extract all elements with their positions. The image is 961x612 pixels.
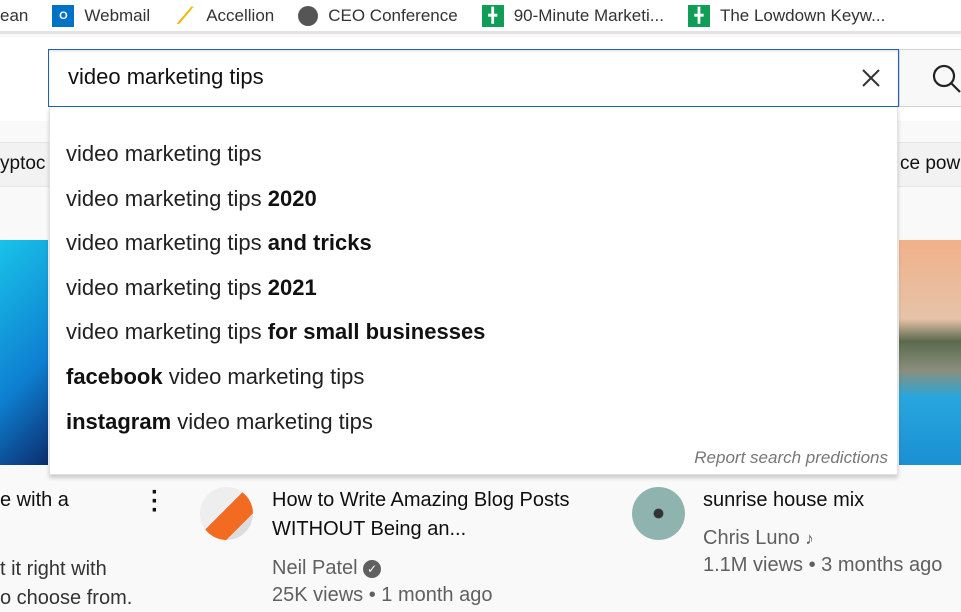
video-thumbnail-right[interactable] [899, 240, 961, 465]
channel-name[interactable]: Chris Luno ♪ [703, 525, 814, 552]
bookmark-ean[interactable]: ean [0, 6, 28, 26]
video-title[interactable]: e with a [0, 486, 69, 515]
bookmark-lowdown[interactable]: ╋ The Lowdown Keyw... [687, 4, 885, 27]
sheets-icon: ╋ [687, 4, 710, 27]
suggestion-item[interactable]: facebook video marketing tips [66, 364, 364, 390]
chip-left[interactable]: yptoc [0, 153, 45, 175]
suggestion-item[interactable]: video marketing tips and tricks [66, 230, 372, 256]
channel-name[interactable]: Neil Patel ✓ [272, 555, 382, 582]
search-input[interactable] [68, 64, 828, 90]
suggestions-dropdown: video marketing tips video marketing tip… [49, 107, 898, 475]
report-search-predictions-link[interactable]: Report search predictions [694, 448, 888, 468]
video-description: o choose from. [0, 587, 133, 609]
video-description: t it right with [0, 558, 107, 580]
suggestion-item[interactable]: video marketing tips 2021 [66, 275, 317, 301]
verified-icon: ✓ [363, 559, 382, 578]
suggestion-item[interactable]: video marketing tips for small businesse… [66, 319, 485, 345]
suggestion-item[interactable]: instagram video marketing tips [66, 409, 373, 435]
video-thumbnail-left[interactable] [0, 240, 48, 465]
globe-icon [298, 5, 319, 26]
suggestion-item[interactable]: video marketing tips [66, 141, 262, 167]
music-note-icon: ♪ [805, 529, 814, 548]
avatar[interactable] [632, 487, 685, 540]
outlook-icon: O [52, 4, 75, 27]
clear-icon[interactable] [858, 65, 884, 91]
suggestion-item[interactable]: video marketing tips 2020 [66, 186, 317, 212]
bookmark-ceo-conference[interactable]: CEO Conference [298, 5, 458, 26]
bookmark-90-minute[interactable]: ╋ 90-Minute Marketi... [481, 4, 664, 27]
accellion-icon: ⟋ [177, 2, 193, 28]
more-options-icon[interactable]: · · · [150, 481, 160, 523]
video-title[interactable]: sunrise house mix [703, 486, 864, 515]
bookmark-accellion[interactable]: ⟋ Accellion [174, 2, 275, 28]
search-button[interactable] [899, 49, 961, 107]
bookmarks-bar: ean O Webmail ⟋ Accellion CEO Conference ╋… [0, 0, 961, 34]
chip-right[interactable]: ce pow [900, 153, 960, 175]
video-stats: 1.1M views • 3 months ago [703, 554, 943, 576]
sheets-icon: ╋ [481, 4, 504, 27]
video-title[interactable]: How to Write Amazing Blog Posts WITHOUT … [272, 486, 572, 544]
search-icon [932, 64, 961, 93]
video-stats: 25K views • 1 month ago [272, 584, 493, 606]
bookmark-webmail[interactable]: O Webmail [52, 4, 150, 27]
avatar[interactable] [200, 487, 253, 540]
search-box [48, 49, 899, 107]
